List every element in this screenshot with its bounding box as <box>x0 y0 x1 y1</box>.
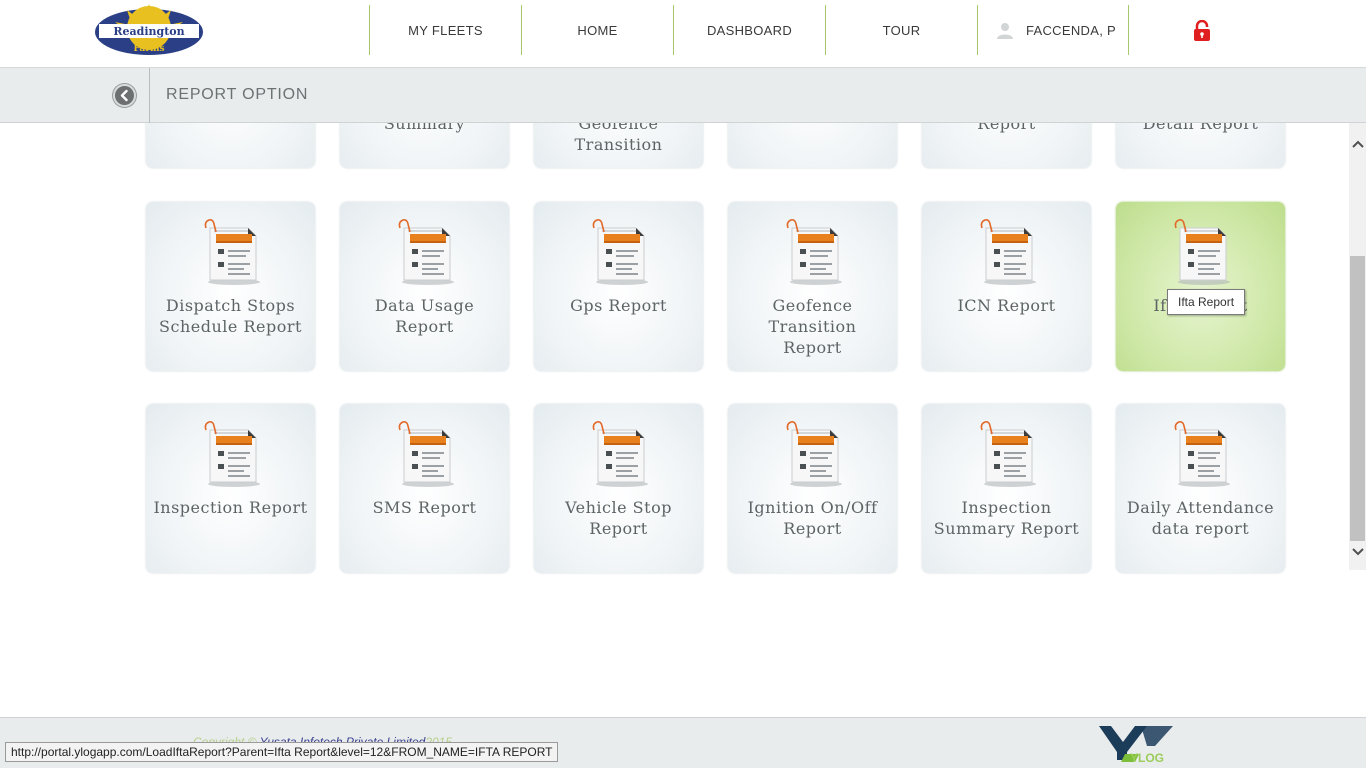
report-tile-ifta[interactable]: Ifta Report <box>1116 202 1285 371</box>
scroll-thumb[interactable] <box>1350 256 1365 541</box>
status-bar-url: http://portal.ylogapp.com/LoadIftaReport… <box>5 742 559 762</box>
nav-home[interactable]: HOME <box>521 5 673 55</box>
vertical-scrollbar[interactable] <box>1349 123 1366 570</box>
page-header: REPORT OPTION <box>0 67 1366 123</box>
report-tile-label: Data Usage Report <box>374 296 475 336</box>
report-tile-dispatch-stops-schedule[interactable]: Dispatch Stops Schedule Report <box>146 202 315 371</box>
report-tile[interactable]: Summary <box>340 123 509 168</box>
scroll-down-button[interactable] <box>1349 543 1366 560</box>
page-title: REPORT OPTION <box>166 86 309 103</box>
report-tile-label: Inspection Summary Report <box>933 498 1080 538</box>
report-grid: Summary Geofence Transition Report Detai… <box>0 123 1349 717</box>
report-document-icon <box>786 421 843 488</box>
report-tile-label: ICN Report <box>957 296 1056 315</box>
nav-dashboard-label: DASHBOARD <box>706 22 793 38</box>
report-document-icon <box>1174 421 1231 488</box>
report-tile-geofence-transition[interactable]: Geofence Transition Report <box>728 202 897 371</box>
report-tile-daily-attendance[interactable]: Daily Attendance data report <box>1116 404 1285 573</box>
report-tile[interactable]: Geofence Transition <box>534 123 703 168</box>
report-tile[interactable] <box>146 123 315 168</box>
report-tile-sms[interactable]: SMS Report <box>340 404 509 573</box>
user-name: FACCENDA, P <box>1026 22 1116 38</box>
report-document-icon <box>398 219 455 286</box>
report-tile-label: Dispatch Stops Schedule Report <box>159 296 302 336</box>
nav-tour[interactable]: TOUR <box>825 5 977 55</box>
nav-home-label: HOME <box>577 22 618 38</box>
nav-my-fleets[interactable]: MY FLEETS <box>369 5 521 55</box>
report-document-icon <box>592 219 649 286</box>
report-document-icon <box>786 219 843 286</box>
nav-dashboard[interactable]: DASHBOARD <box>673 5 825 55</box>
scroll-up-button[interactable] <box>1349 135 1366 152</box>
lock-icon[interactable] <box>1192 20 1212 42</box>
report-tile-vehicle-stop[interactable]: Vehicle Stop Report <box>534 404 703 573</box>
user-avatar-icon <box>997 23 1013 39</box>
report-tile-label: Daily Attendance data report <box>1126 498 1275 538</box>
report-document-icon <box>1174 219 1231 286</box>
readington-farms-logo[interactable]: Readington Farms <box>93 4 205 56</box>
report-document-icon <box>980 421 1037 488</box>
report-tile-label: Report <box>977 123 1036 133</box>
report-tile-icn[interactable]: ICN Report <box>922 202 1091 371</box>
report-tile-data-usage[interactable]: Data Usage Report <box>340 202 509 371</box>
report-document-icon <box>204 219 261 286</box>
svg-text:Readington: Readington <box>113 25 184 38</box>
report-tile[interactable] <box>728 123 897 168</box>
svg-text:YLOG: YLOG <box>1130 751 1164 765</box>
report-tile-label: Vehicle Stop Report <box>565 498 672 538</box>
chevron-down-icon <box>1351 547 1364 555</box>
report-tile-label: Geofence Transition <box>574 123 663 154</box>
report-tile[interactable]: Detail Report <box>1116 123 1285 168</box>
report-tile-ignition-on-off[interactable]: Ignition On/Off Report <box>728 404 897 573</box>
report-document-icon <box>592 421 649 488</box>
report-document-icon <box>980 219 1037 286</box>
report-tile-inspection[interactable]: Inspection Report <box>146 404 315 573</box>
report-tile-label: Inspection Report <box>153 498 308 517</box>
report-tile-inspection-summary[interactable]: Inspection Summary Report <box>922 404 1091 573</box>
main-nav: MY FLEETS HOME DASHBOARD TOUR FACCENDA, … <box>369 5 1129 55</box>
report-tile[interactable]: Report <box>922 123 1091 168</box>
report-tile-label: SMS Report <box>372 498 477 517</box>
nav-tour-label: TOUR <box>882 22 921 38</box>
report-tile-gps[interactable]: Gps Report <box>534 202 703 371</box>
user-menu[interactable]: FACCENDA, P <box>977 5 1129 55</box>
header-divider <box>149 68 150 123</box>
back-button[interactable] <box>113 84 136 107</box>
report-tile-label: Summary <box>383 123 466 133</box>
svg-text:Farms: Farms <box>133 44 164 54</box>
report-tile-label: Geofence Transition Report <box>768 296 857 357</box>
report-document-icon <box>398 421 455 488</box>
tooltip: Ifta Report <box>1167 289 1246 315</box>
report-tile-label: Gps Report <box>570 296 667 315</box>
chevron-up-icon <box>1351 140 1364 148</box>
header: Readington Farms MY FLEETS HOME DASHBOAR… <box>0 0 1366 67</box>
report-document-icon <box>204 421 261 488</box>
report-tile-label: Detail Report <box>1142 123 1259 133</box>
chevron-left-icon <box>120 89 128 102</box>
report-tile-label: Ignition On/Off Report <box>747 498 878 538</box>
ylog-logo: YLOG <box>1099 726 1173 765</box>
nav-my-fleets-label: MY FLEETS <box>408 22 483 38</box>
